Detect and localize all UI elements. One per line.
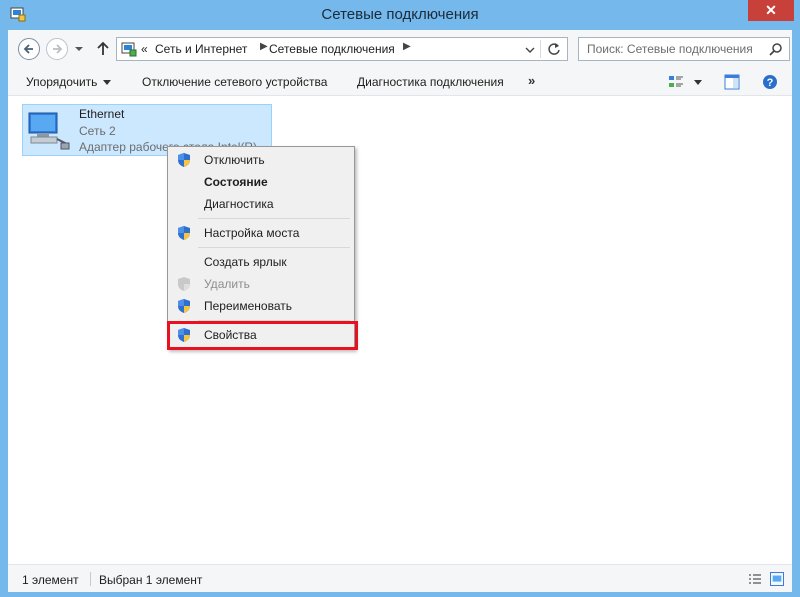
menu-item-bridge[interactable]: Настройка моста (170, 222, 352, 244)
address-bar[interactable]: « Сеть и Интернет ▶ Сетевые подключения … (116, 37, 568, 61)
disable-device-button[interactable]: Отключение сетевого устройства (142, 75, 327, 89)
menu-item-label: Состояние (204, 175, 268, 189)
diagnose-connection-button[interactable]: Диагностика подключения (357, 75, 504, 89)
forward-button[interactable] (46, 38, 68, 60)
window-title: Сетевые подключения (321, 6, 479, 23)
status-bar: 1 элемент Выбран 1 элемент (8, 564, 792, 592)
menu-item-label: Диагностика (204, 197, 274, 211)
recent-locations-chevron-icon[interactable] (74, 44, 84, 54)
command-bar: Упорядочить Отключение сетевого устройст… (8, 68, 792, 96)
menu-item-label: Создать ярлык (204, 255, 287, 269)
menu-item-delete[interactable]: Удалить (170, 273, 352, 295)
connections-list[interactable]: Ethernet Сеть 2 Адаптер рабочего стола I… (8, 96, 792, 564)
menu-item-diagnostics[interactable]: Диагностика (170, 193, 352, 215)
menu-item-label: Отключить (204, 153, 265, 167)
more-commands-button[interactable]: » (528, 73, 535, 88)
arrow-up-icon[interactable] (96, 40, 110, 56)
search-placeholder: Поиск: Сетевые подключения (587, 42, 753, 56)
view-options-icon[interactable] (668, 74, 684, 90)
arrow-left-icon (23, 44, 33, 54)
control-panel-icon (121, 42, 137, 57)
window-frame: Сетевые подключения ✕ « Сеть и Интернет … (0, 0, 800, 597)
svg-text:?: ? (767, 77, 774, 89)
chevron-down-icon[interactable] (525, 46, 535, 54)
menu-item-rename[interactable]: Переименовать (170, 295, 352, 317)
item-count: 1 элемент (22, 573, 79, 587)
uac-shield-icon (178, 226, 190, 240)
menu-item-label: Переименовать (204, 299, 292, 313)
context-menu: Отключить Состояние Диагностика Настройк… (167, 146, 355, 350)
close-button[interactable]: ✕ (748, 0, 794, 21)
help-icon[interactable]: ? (762, 74, 778, 90)
uac-shield-disabled-icon (178, 277, 190, 291)
view-dropdown-chevron-icon[interactable] (694, 80, 702, 85)
breadcrumb-overflow[interactable]: « (141, 42, 148, 56)
large-icons-view-icon[interactable] (770, 572, 784, 586)
menu-item-label: Настройка моста (204, 226, 300, 240)
search-icon[interactable] (769, 42, 783, 56)
breadcrumb-network-connections[interactable]: Сетевые подключения (269, 42, 395, 56)
network-adapter-icon (28, 112, 70, 150)
preview-pane-icon[interactable] (724, 74, 740, 90)
breadcrumb-separator-icon[interactable]: ▶ (403, 41, 411, 52)
menu-item-create-shortcut[interactable]: Создать ярлык (170, 251, 352, 273)
uac-shield-icon (178, 299, 190, 313)
properties-highlight-frame (167, 321, 358, 350)
title-bar[interactable]: Сетевые подключения ✕ (0, 0, 800, 30)
address-row: « Сеть и Интернет ▶ Сетевые подключения … (8, 30, 792, 68)
back-button[interactable] (18, 38, 40, 60)
organize-label: Упорядочить (26, 75, 98, 89)
arrow-right-icon (53, 44, 63, 54)
chevron-down-icon (103, 80, 112, 86)
refresh-icon[interactable] (547, 42, 561, 56)
breadcrumb-separator-icon[interactable]: ▶ (260, 41, 268, 52)
menu-separator (198, 218, 350, 219)
connection-name: Ethernet (79, 107, 125, 121)
menu-separator (198, 247, 350, 248)
breadcrumb-network-internet[interactable]: Сеть и Интернет (155, 42, 247, 56)
menu-item-label: Удалить (204, 277, 250, 291)
divider (90, 572, 91, 586)
selected-count: Выбран 1 элемент (99, 573, 203, 587)
uac-shield-icon (178, 153, 190, 167)
menu-item-disable[interactable]: Отключить (170, 149, 352, 171)
menu-item-status[interactable]: Состояние (170, 171, 352, 193)
divider (540, 40, 541, 58)
search-input[interactable]: Поиск: Сетевые подключения (578, 37, 790, 61)
details-view-icon[interactable] (748, 573, 762, 585)
organize-button[interactable]: Упорядочить (26, 75, 112, 89)
connection-network: Сеть 2 (79, 124, 116, 138)
